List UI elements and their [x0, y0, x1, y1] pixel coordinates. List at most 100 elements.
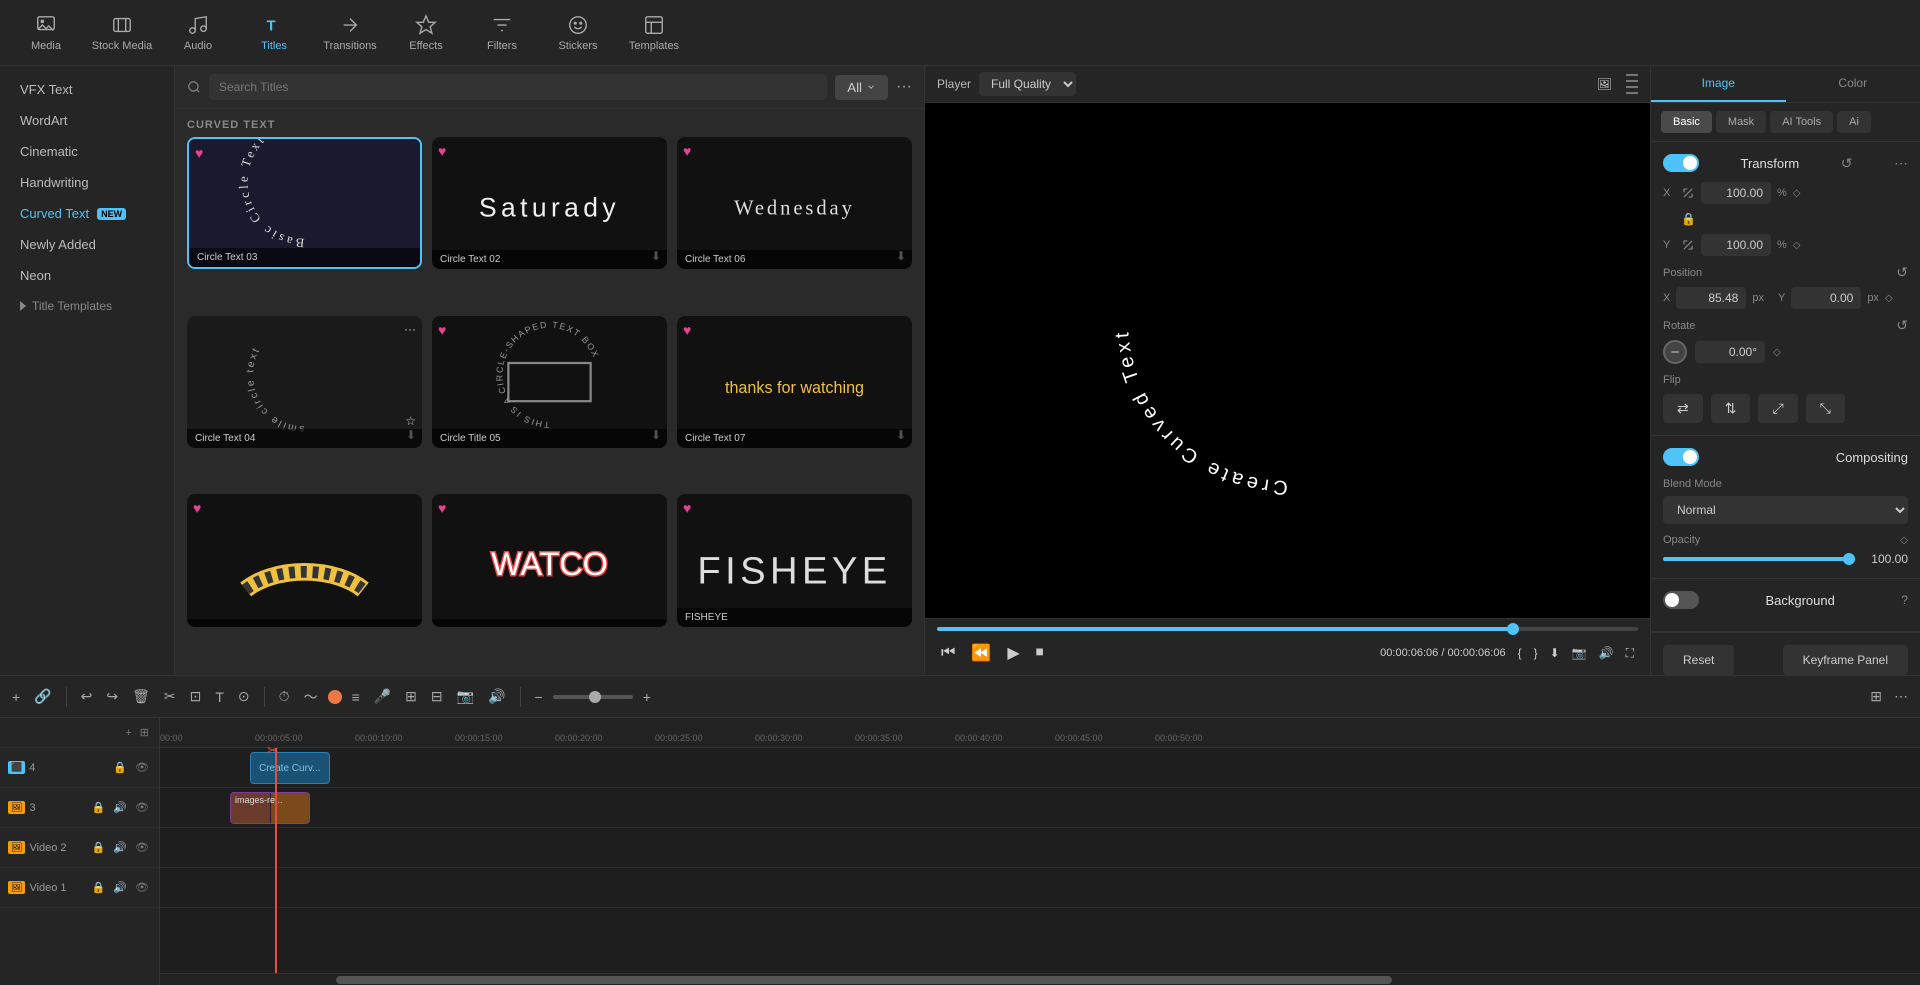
- toolbar-templates[interactable]: Templates: [618, 4, 690, 62]
- flip-horizontal-btn[interactable]: ⇄: [1663, 394, 1703, 423]
- sidebar-item-wordart[interactable]: WordArt: [0, 105, 174, 136]
- track-4-clip[interactable]: Create Curv...: [250, 752, 330, 784]
- mark-in-button[interactable]: {: [1514, 642, 1526, 664]
- subtab-mask[interactable]: Mask: [1716, 111, 1766, 133]
- sidebar-item-cinematic[interactable]: Cinematic: [0, 136, 174, 167]
- tl-redo-btn[interactable]: ↪: [102, 684, 122, 709]
- tab-image[interactable]: Image: [1651, 66, 1786, 102]
- sidebar-item-vfx-text[interactable]: VFX Text: [0, 74, 174, 105]
- toolbar-stickers[interactable]: Stickers: [542, 4, 614, 62]
- flip-diagonal1-btn[interactable]: ⤢: [1758, 394, 1797, 423]
- tl-undo-btn[interactable]: ↩: [77, 684, 97, 709]
- track-add-btn[interactable]: +: [123, 725, 133, 741]
- scale-x-input[interactable]: [1701, 182, 1771, 204]
- template-card-circle-text-04[interactable]: smile circle text ··· ☆ ⬇ Circle Text 04: [187, 316, 422, 448]
- template-card-7[interactable]: ♥: [187, 494, 422, 626]
- sidebar-item-neon[interactable]: Neon: [0, 260, 174, 291]
- template-card-fisheye[interactable]: FISHEYE ♥ FISHEYE: [677, 494, 912, 626]
- tl-circle-btn[interactable]: ⊙: [234, 684, 254, 709]
- toolbar-transitions[interactable]: Transitions: [314, 4, 386, 62]
- blend-mode-select[interactable]: Normal: [1663, 496, 1908, 524]
- tl-more-btn[interactable]: ⋯: [1890, 684, 1912, 709]
- position-reset-btn[interactable]: ↺: [1896, 264, 1908, 281]
- fullscreen-button[interactable]: ⛶: [1622, 642, 1638, 665]
- track-2-lock-btn[interactable]: 🔒: [90, 839, 108, 856]
- scale-range-x-btn[interactable]: ◇: [1793, 188, 1801, 199]
- transform-expand-btn[interactable]: ⋯: [1894, 155, 1908, 172]
- track-3-clip[interactable]: images-re...: [230, 792, 310, 824]
- zoom-slider[interactable]: [553, 695, 633, 699]
- tab-color[interactable]: Color: [1786, 66, 1920, 102]
- tl-color-btn[interactable]: [328, 690, 342, 704]
- sidebar-item-title-templates[interactable]: Title Templates: [0, 291, 174, 321]
- transform-toggle[interactable]: [1663, 154, 1699, 172]
- sidebar-item-newly-added[interactable]: Newly Added: [0, 229, 174, 260]
- toolbar-titles[interactable]: T Titles: [238, 4, 310, 62]
- template-card-circle-text-06[interactable]: Wednesday ♥ ⬇ Circle Text 06: [677, 137, 912, 269]
- track-2-vol-btn[interactable]: 🔊: [111, 839, 129, 856]
- tl-zoom-plus-btn[interactable]: +: [639, 685, 655, 709]
- tl-split-btn[interactable]: ⊞: [401, 684, 421, 709]
- toolbar-media[interactable]: Media: [10, 4, 82, 62]
- template-card-circle-text-07[interactable]: thanks for watching ♥ ⬇ Circle Text 07: [677, 316, 912, 448]
- scale-y-input[interactable]: [1701, 234, 1771, 256]
- toolbar-audio[interactable]: Audio: [162, 4, 234, 62]
- go-to-start-button[interactable]: ⏮: [937, 640, 959, 666]
- rotate-dial[interactable]: [1663, 340, 1687, 364]
- track-2-visible-btn[interactable]: 👁: [133, 839, 151, 856]
- progress-bar-bg[interactable]: [937, 627, 1638, 631]
- sidebar-item-curved-text[interactable]: Curved Text NEW: [0, 198, 174, 229]
- search-input[interactable]: [209, 74, 827, 100]
- more-options-button[interactable]: ···: [896, 78, 912, 96]
- tl-eq-btn[interactable]: ≡: [348, 685, 364, 709]
- tl-timer-btn[interactable]: ⏱: [275, 684, 294, 709]
- track-3-vol-btn[interactable]: 🔊: [111, 799, 129, 816]
- snapshot-button[interactable]: 📷: [1568, 642, 1591, 664]
- reset-button[interactable]: Reset: [1663, 645, 1734, 675]
- scale-range-y-btn[interactable]: ◇: [1793, 240, 1801, 251]
- subtab-ai-tools[interactable]: AI Tools: [1770, 111, 1833, 133]
- tl-wave-btn[interactable]: 〜: [300, 683, 322, 711]
- opacity-range-btn[interactable]: ◇: [1900, 535, 1908, 546]
- toolbar-effects[interactable]: Effects: [390, 4, 462, 62]
- track-4-lock-btn[interactable]: 🔒: [111, 759, 129, 776]
- compositing-toggle[interactable]: [1663, 448, 1699, 466]
- filter-button[interactable]: All: [835, 75, 888, 100]
- flip-diagonal2-btn[interactable]: ⤡: [1806, 394, 1845, 423]
- quality-select[interactable]: Full Quality: [979, 72, 1076, 96]
- template-card-circle-text-02[interactable]: Saturady ♥ ⬇ Circle Text 02: [432, 137, 667, 269]
- rotate-range-btn[interactable]: ◇: [1773, 347, 1781, 358]
- tl-join-btn[interactable]: ⊟: [427, 684, 447, 709]
- tl-link-btn[interactable]: 🔗: [30, 684, 55, 709]
- volume-button[interactable]: 🔊: [1595, 642, 1618, 664]
- tl-delete-btn[interactable]: 🗑: [128, 684, 154, 709]
- track-link-btn[interactable]: ⊞: [138, 724, 151, 741]
- toolbar-filters[interactable]: Filters: [466, 4, 538, 62]
- track-4-visible-btn[interactable]: 👁: [133, 759, 151, 776]
- tl-grid-btn[interactable]: ⊞: [1866, 684, 1886, 709]
- subtab-ai[interactable]: Ai: [1837, 111, 1871, 133]
- template-card-8[interactable]: WATCO ♥: [432, 494, 667, 626]
- toolbar-stock[interactable]: Stock Media: [86, 4, 158, 62]
- subtab-basic[interactable]: Basic: [1661, 111, 1712, 133]
- template-card-circle-text-03[interactable]: Basic Circle Text ♥ Circle Text 03: [187, 137, 422, 269]
- progress-bar-container[interactable]: [937, 627, 1638, 631]
- tl-mic-btn[interactable]: 🎤: [370, 684, 395, 709]
- stop-button[interactable]: ⏹: [1032, 640, 1048, 666]
- tl-vol-btn[interactable]: 🔊: [484, 684, 509, 709]
- rotate-input[interactable]: [1695, 341, 1765, 363]
- background-toggle[interactable]: [1663, 591, 1699, 609]
- position-range-btn[interactable]: ◇: [1885, 293, 1893, 304]
- sidebar-item-handwriting[interactable]: Handwriting: [0, 167, 174, 198]
- opacity-slider[interactable]: [1663, 557, 1855, 561]
- background-help-icon[interactable]: ?: [1901, 593, 1908, 607]
- track-3-visible-btn[interactable]: 👁: [133, 799, 151, 816]
- opacity-slider-container[interactable]: [1663, 557, 1855, 561]
- rotate-reset-btn[interactable]: ↺: [1896, 317, 1908, 334]
- step-back-button[interactable]: ⏪: [967, 639, 995, 667]
- position-y-input[interactable]: [1791, 287, 1861, 309]
- tl-snapshot-btn[interactable]: 📷: [453, 684, 478, 709]
- tl-text-btn[interactable]: T: [211, 685, 228, 709]
- more-icon-04[interactable]: ···: [404, 322, 416, 336]
- position-x-input[interactable]: [1676, 287, 1746, 309]
